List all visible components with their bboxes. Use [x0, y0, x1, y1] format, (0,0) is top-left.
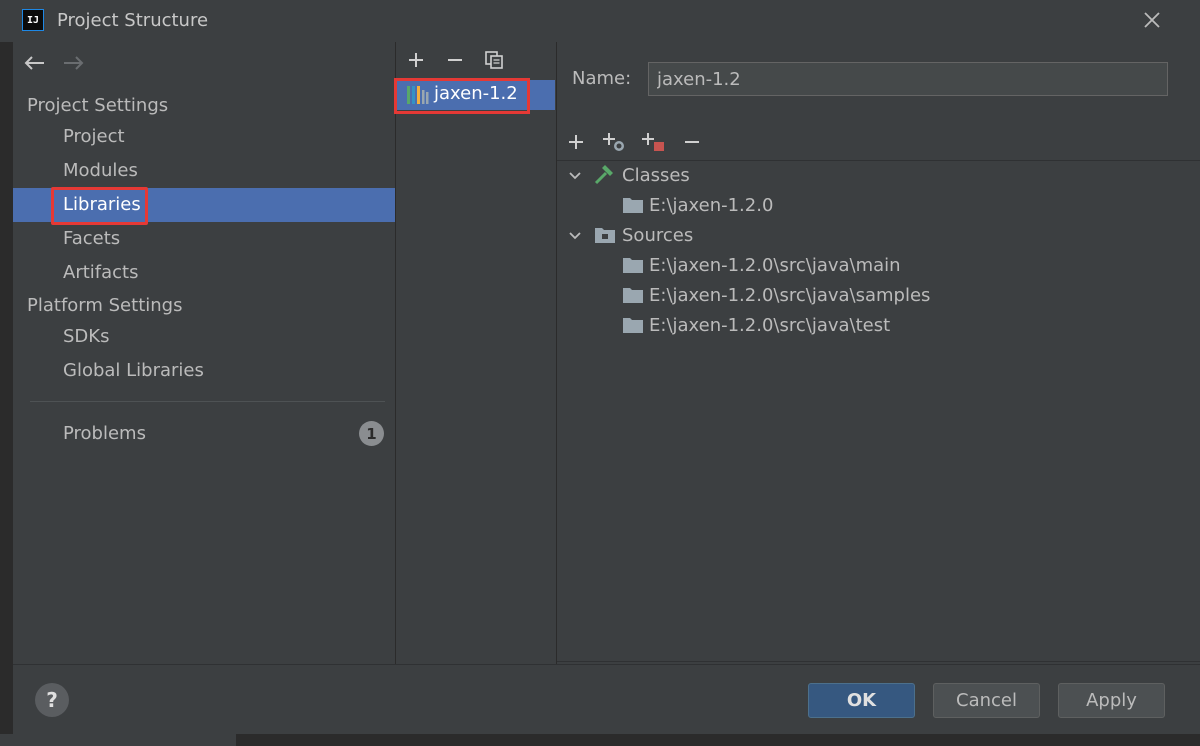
background-strip — [236, 734, 1200, 746]
cancel-button[interactable]: Cancel — [933, 683, 1040, 718]
add-library-button[interactable] — [404, 48, 428, 72]
arrow-right-icon — [64, 56, 84, 70]
remove-library-button[interactable] — [443, 48, 467, 72]
chevron-down-icon[interactable] — [567, 228, 583, 244]
add-root-button[interactable] — [564, 130, 588, 154]
sources-path-item[interactable]: E:\jaxen-1.2.0\src\java\main — [649, 255, 901, 276]
intellij-app-icon: IJ — [22, 9, 44, 31]
window-title: Project Structure — [57, 10, 209, 31]
ok-button[interactable]: OK — [808, 683, 915, 718]
problems-count-badge: 1 — [359, 421, 384, 446]
sidebar-item-facets[interactable]: Facets — [13, 222, 395, 256]
help-button[interactable]: ? — [35, 683, 69, 717]
copy-icon — [485, 51, 503, 69]
name-field-label: Name: — [572, 68, 632, 89]
window-bottom-edge — [0, 734, 236, 746]
problems-row[interactable]: Problems — [13, 417, 395, 451]
close-button[interactable] — [1138, 6, 1166, 34]
plus-icon — [409, 53, 423, 67]
sidebar-item-artifacts[interactable]: Artifacts — [13, 256, 395, 290]
library-list-panel — [396, 42, 557, 664]
hammer-icon — [594, 165, 613, 185]
platform-settings-list: SDKs Global Libraries — [13, 320, 395, 388]
folder-icon — [623, 198, 643, 213]
chevron-down-icon[interactable] — [567, 168, 583, 184]
plus-with-box-icon — [642, 133, 664, 151]
folder-icon — [623, 318, 643, 333]
back-button[interactable] — [22, 52, 46, 74]
project-settings-header: Project Settings — [27, 95, 169, 116]
minus-icon — [448, 59, 462, 61]
copy-library-button[interactable] — [482, 48, 506, 72]
sidebar-item-modules[interactable]: Modules — [13, 154, 395, 188]
sources-path-item[interactable]: E:\jaxen-1.2.0\src\java\samples — [649, 285, 930, 306]
sidebar-item-project[interactable]: Project — [13, 120, 395, 154]
classes-node-label[interactable]: Classes — [622, 165, 690, 186]
source-folder-icon — [595, 228, 615, 243]
close-icon — [1144, 12, 1160, 28]
remove-root-button[interactable] — [680, 130, 704, 154]
minus-icon — [685, 141, 699, 143]
attach-jar-button[interactable] — [602, 130, 626, 154]
library-name-input[interactable] — [648, 62, 1168, 96]
libraries-highlight-box — [51, 187, 148, 225]
library-highlight-box — [394, 78, 530, 114]
sidebar-item-problems[interactable]: Problems — [13, 417, 395, 451]
folder-icon — [623, 288, 643, 303]
apply-button[interactable]: Apply — [1058, 683, 1165, 718]
classes-path-item[interactable]: E:\jaxen-1.2.0 — [649, 195, 773, 216]
sidebar-divider — [30, 401, 385, 402]
forward-button[interactable] — [62, 52, 86, 74]
plus-with-globe-icon — [603, 133, 624, 151]
platform-settings-header: Platform Settings — [27, 295, 183, 316]
folder-icon — [623, 258, 643, 273]
sources-path-item[interactable]: E:\jaxen-1.2.0\src\java\test — [649, 315, 890, 336]
attach-files-button[interactable] — [641, 130, 665, 154]
sidebar-item-sdks[interactable]: SDKs — [13, 320, 395, 354]
sidebar-item-global-libraries[interactable]: Global Libraries — [13, 354, 395, 388]
sources-node-label[interactable]: Sources — [622, 225, 693, 246]
plus-icon — [569, 135, 583, 149]
arrow-left-icon — [24, 56, 44, 70]
